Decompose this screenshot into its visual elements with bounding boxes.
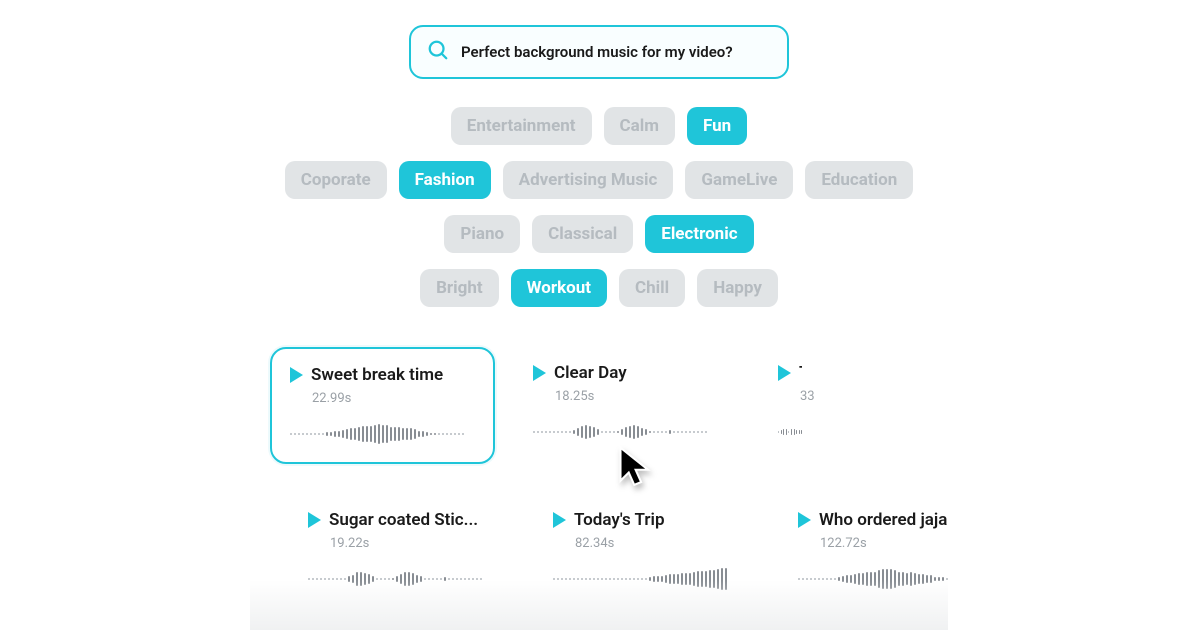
- track-card-featured[interactable]: Sweet break time 22.99s: [270, 347, 495, 464]
- track-duration: 82.34s: [575, 536, 742, 551]
- waveform: [533, 418, 722, 446]
- track-title: Today's Trip: [574, 510, 665, 530]
- tag-fashion[interactable]: Fashion: [399, 161, 491, 199]
- tag-bright[interactable]: Bright: [420, 269, 499, 307]
- search-placeholder: Perfect background music for my video?: [461, 43, 733, 61]
- play-icon[interactable]: [290, 367, 303, 383]
- tag-classical[interactable]: Classical: [532, 215, 633, 253]
- track-title: Who ordered jajan: [819, 510, 948, 530]
- search-bar[interactable]: Perfect background music for my video?: [409, 25, 789, 79]
- tag-filter-area: Entertainment Calm Fun Coporate Fashion Adve…: [285, 107, 913, 307]
- tag-chill[interactable]: Chill: [619, 269, 685, 307]
- tag-piano[interactable]: Piano: [444, 215, 520, 253]
- tag-coporate[interactable]: Coporate: [285, 161, 387, 199]
- waveform: [290, 420, 475, 448]
- waveform: [778, 418, 802, 446]
- track-duration: 19.22s: [330, 536, 497, 551]
- play-icon[interactable]: [308, 512, 321, 528]
- tag-entertainment[interactable]: Entertainment: [451, 107, 592, 145]
- tag-gamelive[interactable]: GameLive: [685, 161, 793, 199]
- tag-fun[interactable]: Fun: [687, 107, 747, 145]
- track-card[interactable]: T 33: [760, 347, 820, 464]
- track-results: compete Sweet break time 22.99s: [250, 347, 948, 607]
- play-icon[interactable]: [798, 512, 811, 528]
- track-title: Sweet break time: [311, 365, 443, 385]
- track-title: Clear Day: [554, 363, 627, 383]
- play-icon[interactable]: [778, 365, 791, 381]
- track-duration: 18.25s: [555, 389, 722, 404]
- play-icon[interactable]: [553, 512, 566, 528]
- tag-workout[interactable]: Workout: [511, 269, 607, 307]
- track-duration: 33: [800, 389, 802, 404]
- tag-happy[interactable]: Happy: [697, 269, 778, 307]
- tag-advertising-music[interactable]: Advertising Music: [503, 161, 674, 199]
- tag-electronic[interactable]: Electronic: [645, 215, 753, 253]
- cursor-icon: [615, 445, 659, 489]
- search-icon: [427, 39, 461, 65]
- tag-calm[interactable]: Calm: [604, 107, 675, 145]
- track-duration: 22.99s: [312, 391, 475, 406]
- track-duration: 122.72s: [820, 536, 948, 551]
- play-icon[interactable]: [533, 365, 546, 381]
- tag-education[interactable]: Education: [805, 161, 913, 199]
- track-title: T: [799, 363, 802, 383]
- track-title: Sugar coated Stic...: [329, 510, 478, 530]
- track-row-top: compete Sweet break time 22.99s: [250, 347, 948, 464]
